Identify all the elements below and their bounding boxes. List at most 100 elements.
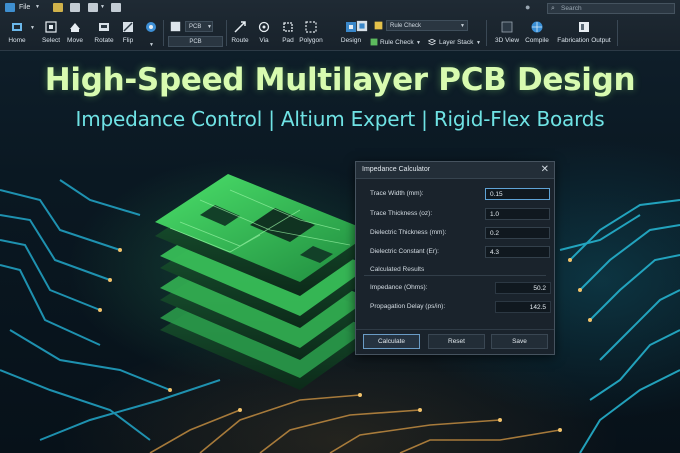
button-divider: [356, 329, 554, 330]
dielectric-constant-label: Dielectric Constant (Er):: [370, 248, 439, 255]
rule-check-select-arrow-icon[interactable]: ▼: [460, 23, 465, 29]
tool-via[interactable]: Via: [255, 18, 273, 49]
save-button[interactable]: Save: [491, 334, 548, 349]
tool-3d-view[interactable]: 3D View: [493, 18, 521, 49]
calculate-button[interactable]: Calculate: [363, 334, 420, 349]
tool-fabrication-output[interactable]: Fabrication Output: [554, 18, 614, 49]
microphone-icon[interactable]: ●: [525, 2, 530, 12]
tool-select-label: Select: [41, 37, 61, 44]
layer-select-arrow-icon[interactable]: ▼: [207, 24, 212, 30]
results-divider: [364, 275, 546, 276]
toolbar-separator: [486, 20, 487, 46]
propagation-delay-row: Propagation Delay (ps/in): 142.5: [370, 301, 551, 313]
pad-icon: [283, 22, 293, 32]
via-icon: [258, 21, 270, 33]
tool-route-label: Route: [231, 37, 249, 44]
quick-access-row: File ▼ ▼ ● ⌕ Search: [0, 0, 680, 16]
move-icon: [70, 23, 80, 32]
tool-design-label: Design: [340, 37, 362, 44]
dielectric-thickness-label: Dielectric Thickness (mm):: [370, 229, 447, 236]
home-dropdown-icon[interactable]: ▼: [30, 25, 35, 31]
print-dropdown-icon[interactable]: ▼: [100, 4, 105, 10]
app-menu-icon[interactable]: [5, 3, 15, 12]
tool-home-label: Home: [8, 37, 26, 44]
tool-home[interactable]: Home: [4, 18, 30, 49]
tool-polygon[interactable]: Polygon: [298, 18, 324, 49]
rule-check-small-icon: [370, 38, 378, 46]
trace-thickness-label: Trace Thickness (oz):: [370, 210, 433, 217]
main-toolbar: File ▼ ▼ ● ⌕ Search Home ▼ Select Move R…: [0, 0, 680, 51]
home-icon: [12, 23, 22, 31]
polygon-icon: [305, 21, 317, 33]
tool-move[interactable]: Move: [64, 18, 86, 49]
tool-select[interactable]: Select: [40, 18, 62, 49]
trace-width-label: Trace Width (mm):: [370, 190, 424, 197]
propagation-delay-value: 142.5: [495, 301, 551, 313]
close-icon[interactable]: ✕: [541, 164, 549, 175]
tool-flip-label: Flip: [122, 37, 134, 44]
design-rules-icon[interactable]: [356, 20, 368, 32]
flip-dropdown-icon[interactable]: ▼: [149, 42, 154, 48]
toolbar-separator: [163, 20, 164, 46]
tool-route[interactable]: Route: [229, 18, 251, 49]
tool-3d-view-label: 3D View: [494, 37, 520, 44]
tool-fabrication-output-label: Fabrication Output: [557, 37, 611, 44]
layer-field[interactable]: PCB: [168, 36, 223, 47]
tool-via-label: Via: [259, 37, 269, 44]
search-input[interactable]: ⌕ Search: [547, 3, 675, 14]
propagation-delay-label: Propagation Delay (ps/in):: [370, 303, 446, 310]
route-icon: [234, 21, 246, 33]
results-heading: Calculated Results: [370, 266, 425, 273]
file-menu[interactable]: File: [19, 4, 30, 11]
fabrication-output-icon: [579, 22, 589, 32]
toolbar-separator: [617, 20, 618, 46]
window-icon[interactable]: [111, 3, 121, 12]
trace-thickness-row: Trace Thickness (oz):: [370, 208, 550, 220]
compile-icon: [531, 21, 543, 33]
layer-field-value: PCB: [189, 39, 202, 45]
tool-rotate-label: Rotate: [94, 37, 114, 44]
impedance-label: Impedance (Ohms):: [370, 284, 428, 291]
dialog-title: Impedance Calculator: [362, 166, 431, 173]
rotate-icon: [99, 23, 109, 31]
impedance-calculator-dialog: Impedance Calculator ✕ Trace Width (mm):…: [355, 161, 555, 355]
dialog-title-bar[interactable]: Impedance Calculator ✕: [356, 162, 554, 179]
3d-view-icon: [501, 21, 513, 33]
tool-move-label: Move: [67, 37, 83, 44]
tool-polygon-label: Polygon: [299, 37, 323, 44]
select-icon: [45, 21, 57, 33]
layer-stack-label[interactable]: Layer Stack: [439, 39, 473, 46]
trace-thickness-input[interactable]: [485, 208, 550, 220]
dielectric-thickness-row: Dielectric Thickness (mm):: [370, 227, 550, 239]
new-file-icon[interactable]: [53, 3, 63, 12]
tool-pad-label: Pad: [282, 37, 294, 44]
layer-icon: [170, 21, 181, 32]
save-icon[interactable]: [70, 3, 80, 12]
print-icon[interactable]: [88, 3, 98, 12]
search-icon: ⌕: [551, 5, 555, 12]
tool-pad[interactable]: Pad: [279, 18, 297, 49]
toolbar-separator: [226, 20, 227, 46]
tool-compile[interactable]: Compile: [523, 18, 551, 49]
reset-button[interactable]: Reset: [428, 334, 485, 349]
rule-check-dropdown-icon[interactable]: ▼: [416, 40, 421, 46]
trace-width-input[interactable]: [485, 188, 550, 200]
tool-rotate[interactable]: Rotate: [92, 18, 116, 49]
layer-stack-icon: [428, 38, 436, 46]
subheadline: Impedance Control | Altium Expert | Rigi…: [75, 107, 605, 131]
headline: High-Speed Multilayer PCB Design: [44, 62, 636, 98]
trace-width-row: Trace Width (mm):: [370, 188, 550, 200]
snap-icon[interactable]: [144, 20, 158, 34]
layer-stack-dropdown-icon[interactable]: ▼: [476, 40, 481, 46]
rule-check-select-value: Rule Check: [390, 23, 422, 29]
rule-check-select[interactable]: Rule Check: [386, 20, 468, 31]
file-dropdown-arrow-icon[interactable]: ▼: [35, 4, 40, 10]
impedance-row: Impedance (Ohms): 50.2: [370, 282, 551, 294]
layer-select-value: PCB: [189, 24, 202, 30]
tool-compile-label: Compile: [525, 37, 549, 44]
tool-flip[interactable]: Flip: [118, 18, 138, 49]
search-placeholder: Search: [561, 5, 582, 12]
rule-check-label[interactable]: Rule Check: [380, 39, 414, 46]
dielectric-constant-input[interactable]: [485, 246, 550, 258]
dielectric-thickness-input[interactable]: [485, 227, 550, 239]
